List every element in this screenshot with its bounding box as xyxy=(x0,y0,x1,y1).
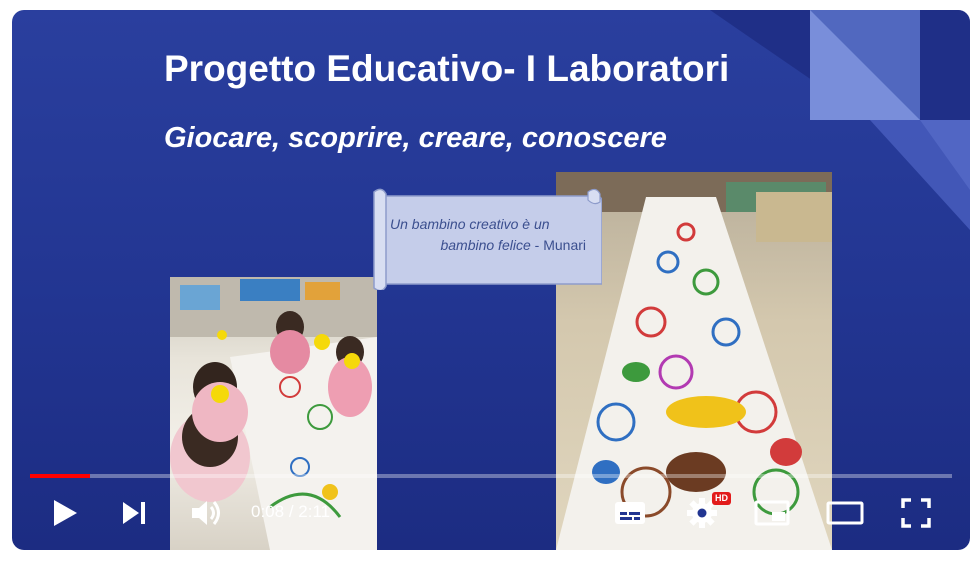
miniplayer-button[interactable] xyxy=(752,498,792,528)
miniplayer-icon xyxy=(754,500,790,526)
quote-line-2: bambino felice - Munari xyxy=(440,237,586,253)
progress-bar[interactable] xyxy=(30,474,952,478)
current-time: 0:08 xyxy=(251,502,285,521)
volume-icon xyxy=(192,501,220,525)
duration: 2:11 xyxy=(298,502,331,521)
play-button[interactable] xyxy=(48,496,82,530)
slide-title: Progetto Educativo- I Laboratori xyxy=(164,48,730,89)
time-display: 0:08 / 2:11 xyxy=(251,502,331,521)
hd-badge: HD xyxy=(712,492,731,505)
play-icon xyxy=(54,500,77,526)
volume-button[interactable] xyxy=(188,496,224,530)
fullscreen-icon xyxy=(901,498,931,528)
video-player[interactable]: Progetto Educativo- I Laboratori Giocare… xyxy=(12,10,970,550)
fullscreen-button[interactable] xyxy=(898,496,934,530)
theater-mode-button[interactable] xyxy=(824,498,866,528)
next-icon xyxy=(123,502,145,524)
progress-played xyxy=(30,474,90,478)
quote-text: Un bambino creativo è un bambino felice … xyxy=(390,214,590,256)
quote-line-1: Un bambino creativo è un xyxy=(390,216,550,232)
next-button[interactable] xyxy=(118,498,150,528)
subtitles-button[interactable] xyxy=(610,498,650,528)
quote-author: Munari xyxy=(543,237,586,253)
theater-mode-icon xyxy=(826,501,864,525)
slide-subtitle: Giocare, scoprire, creare, conoscere xyxy=(164,122,667,154)
subtitles-icon xyxy=(615,502,645,524)
